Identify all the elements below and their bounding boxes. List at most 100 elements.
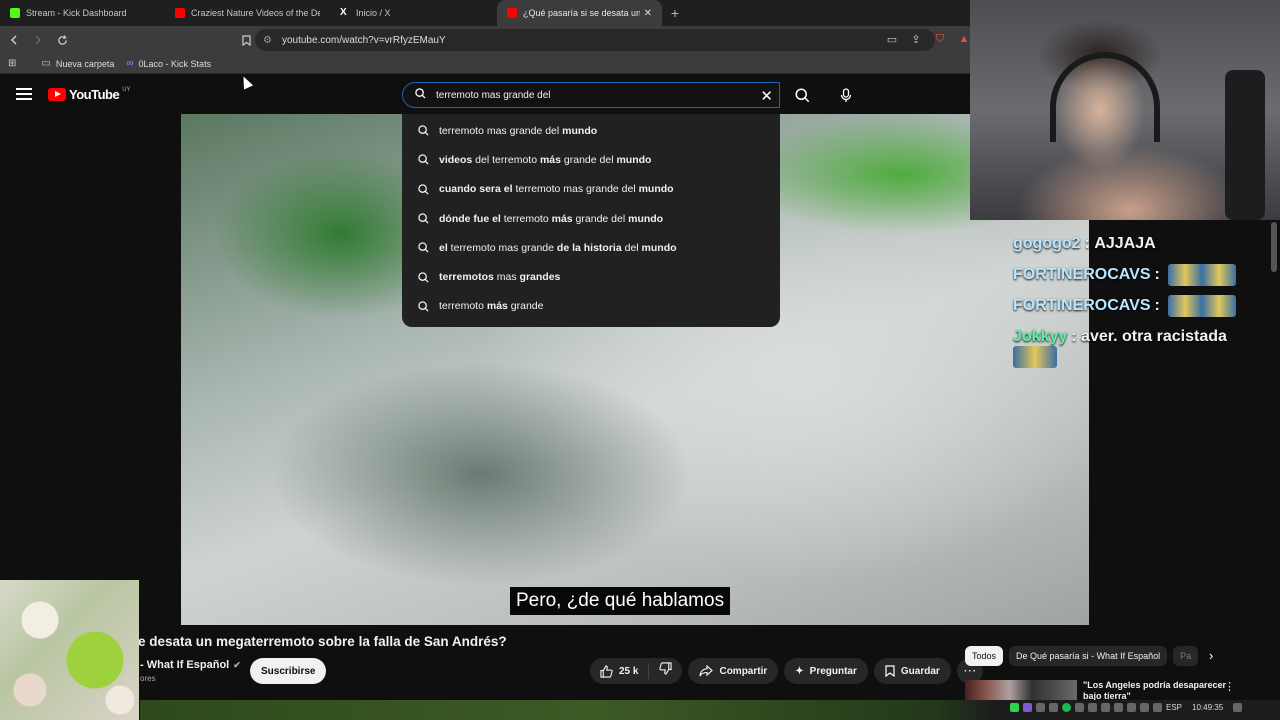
video-title: e desata un megaterremoto sobre la falla… [138, 634, 507, 649]
webcam-overlay [970, 0, 1280, 220]
voice-search-button[interactable] [832, 82, 860, 108]
search-suggestion-item[interactable]: cuando sera el terremoto mas grande del … [402, 175, 780, 204]
sparkle-icon: ✦ [795, 665, 804, 677]
chip-todos[interactable]: Todos [965, 646, 1004, 666]
suggestion-text-part: terremoto mas grande del [439, 124, 563, 137]
verified-icon: ✔ [233, 659, 241, 670]
brave-shield-icon[interactable]: ⛉ [933, 32, 947, 46]
forward-button[interactable] [28, 30, 48, 50]
app-tray-icon[interactable] [1088, 703, 1097, 712]
related-more-icon[interactable]: ⋮ [1224, 680, 1235, 693]
youtube-favicon-icon [507, 8, 517, 18]
subscribe-button[interactable]: Suscribirse [250, 658, 327, 684]
ask-label: Preguntar [809, 665, 857, 677]
search-suggestion-item[interactable]: terremotos mas grandes [402, 262, 780, 291]
channel-name[interactable]: - What If Español ✔ [140, 659, 241, 671]
search-icon [418, 154, 429, 165]
video-actions: 25 k Compartir ✦ Preguntar Guardar ⋯ [590, 658, 983, 684]
clock[interactable]: 10:49:35 [1192, 703, 1223, 712]
chevron-right-icon[interactable]: › [1209, 648, 1213, 663]
share-icon[interactable]: ⇪ [909, 32, 923, 46]
app-tray-icon[interactable] [1127, 703, 1136, 712]
ask-button[interactable]: ✦ Preguntar [784, 658, 868, 684]
app-tray-icon[interactable] [1036, 703, 1045, 712]
volume-icon[interactable] [1153, 703, 1162, 712]
chip-more[interactable]: Pa [1173, 646, 1199, 666]
bookmarks-bar: ⊞ ▭ Nueva carpeta ∞ 0Laco - Kick Stats [0, 54, 970, 74]
tab-craziest-nature[interactable]: Craziest Nature Videos of the Decade [165, 0, 330, 26]
chat-message: FORTINEROCAVS: [1013, 290, 1263, 321]
app-tray-icon[interactable] [1101, 703, 1110, 712]
share-label: Compartir [719, 665, 768, 677]
chat-username: FORTINEROCAVS [1013, 266, 1151, 283]
app-tray-icon[interactable] [1075, 703, 1084, 712]
back-button[interactable] [4, 30, 24, 50]
suggestion-text: videos del terremoto más grande del mund… [439, 154, 651, 166]
new-tab-button[interactable]: + [662, 0, 688, 26]
suggestion-text-part: grande del [572, 212, 629, 225]
chip-channel[interactable]: De Qué pasaría si - What If Español [1009, 646, 1168, 666]
chat-message: gogogo2: AJJAJA [1013, 228, 1263, 259]
search-query: terremoto mas grande del [436, 89, 551, 101]
address-bar[interactable]: ⚙ youtube.com/watch?v=vrRfyzEMauY [255, 29, 935, 51]
language-indicator[interactable]: ESP [1166, 703, 1182, 712]
search-icon [418, 125, 429, 136]
app-tray-icon[interactable] [1114, 703, 1123, 712]
notification-icon[interactable] [1233, 703, 1243, 712]
suggestion-text-part: más [486, 300, 508, 313]
site-info-icon[interactable]: ⚙ [263, 35, 272, 46]
tab-inicio-x[interactable]: X Inicio / X [330, 0, 495, 26]
suggestion-text-part: dónde fue el [439, 212, 501, 225]
chat-username: FORTINEROCAVS [1013, 297, 1151, 314]
reload-button[interactable] [52, 30, 72, 50]
bookmark-kick-stats[interactable]: ∞ 0Laco - Kick Stats [126, 58, 211, 69]
search-icon [418, 213, 429, 224]
chat-text: aver. otra racistada [1081, 328, 1227, 345]
search-icon [418, 301, 429, 312]
save-button[interactable]: Guardar [873, 658, 951, 684]
kick-tray-icon[interactable] [1010, 703, 1019, 712]
search-suggestion-item[interactable]: dónde fue el terremoto más grande del mu… [402, 204, 780, 233]
tab-que-pasaria[interactable]: ¿Qué pasaría si se desata un megaterremo… [497, 0, 662, 26]
bookmark-icon [241, 34, 251, 46]
wifi-icon[interactable] [1140, 703, 1149, 712]
chat-emote-image [1168, 263, 1237, 286]
toolbar-extensions: ▭ ⇪ ⛉ ▲ [885, 32, 971, 46]
related-thumbnail[interactable] [965, 680, 1077, 700]
youtube-logo[interactable]: YouTube UY [48, 87, 131, 102]
share-button[interactable]: Compartir [688, 658, 779, 684]
clear-search-icon[interactable]: ✕ [760, 87, 773, 105]
search-suggestion-item[interactable]: terremoto más grande [402, 292, 780, 321]
search-input[interactable]: terremoto mas grande del ✕ [402, 82, 780, 108]
search-suggestion-item[interactable]: el terremoto mas grande de la historia d… [402, 233, 780, 262]
related-video-item[interactable]: "Los Angeles podría desaparecer bajo tie… [965, 680, 1265, 700]
back-icon [10, 35, 17, 45]
like-count: 25 k [619, 665, 639, 677]
suggestion-text-part: mundo [638, 183, 674, 196]
like-button[interactable]: 25 k [590, 663, 650, 679]
cast-icon[interactable]: ▭ [885, 32, 899, 46]
chat-separator: : [1154, 266, 1165, 283]
obs-tray-icon[interactable] [1049, 703, 1058, 712]
youtube-play-icon [48, 88, 66, 101]
suggestion-text: terremoto más grande [439, 300, 544, 312]
bookmark-nueva-carpeta[interactable]: ▭ Nueva carpeta [41, 58, 114, 69]
search-suggestion-item[interactable]: terremoto mas grande del mundo [402, 116, 780, 145]
spotify-tray-icon[interactable] [1062, 703, 1071, 712]
tab-kick-dashboard[interactable]: Stream - Kick Dashboard [0, 0, 165, 26]
menu-hamburger-icon[interactable] [16, 88, 32, 100]
brave-rewards-icon[interactable]: ▲ [957, 32, 971, 46]
app-tray-icon[interactable] [1023, 703, 1032, 712]
chat-scrollbar[interactable] [1271, 222, 1277, 272]
search-button[interactable] [784, 82, 820, 108]
close-tab-icon[interactable]: ✕ [644, 8, 652, 19]
dislike-button[interactable] [649, 662, 682, 680]
tab-title: Stream - Kick Dashboard [26, 8, 127, 18]
search-suggestion-item[interactable]: videos del terremoto más grande del mund… [402, 145, 780, 174]
tab-title: Craziest Nature Videos of the Decade [191, 8, 320, 18]
bookmark-page-button[interactable] [236, 30, 256, 50]
suggestion-text-part: mundo [641, 241, 677, 254]
apps-button[interactable]: ⊞ [8, 58, 21, 69]
chat-overlay: gogogo2: AJJAJA FORTINEROCAVS: FORTINEROC… [1013, 228, 1263, 368]
food-camera-overlay [0, 580, 139, 720]
